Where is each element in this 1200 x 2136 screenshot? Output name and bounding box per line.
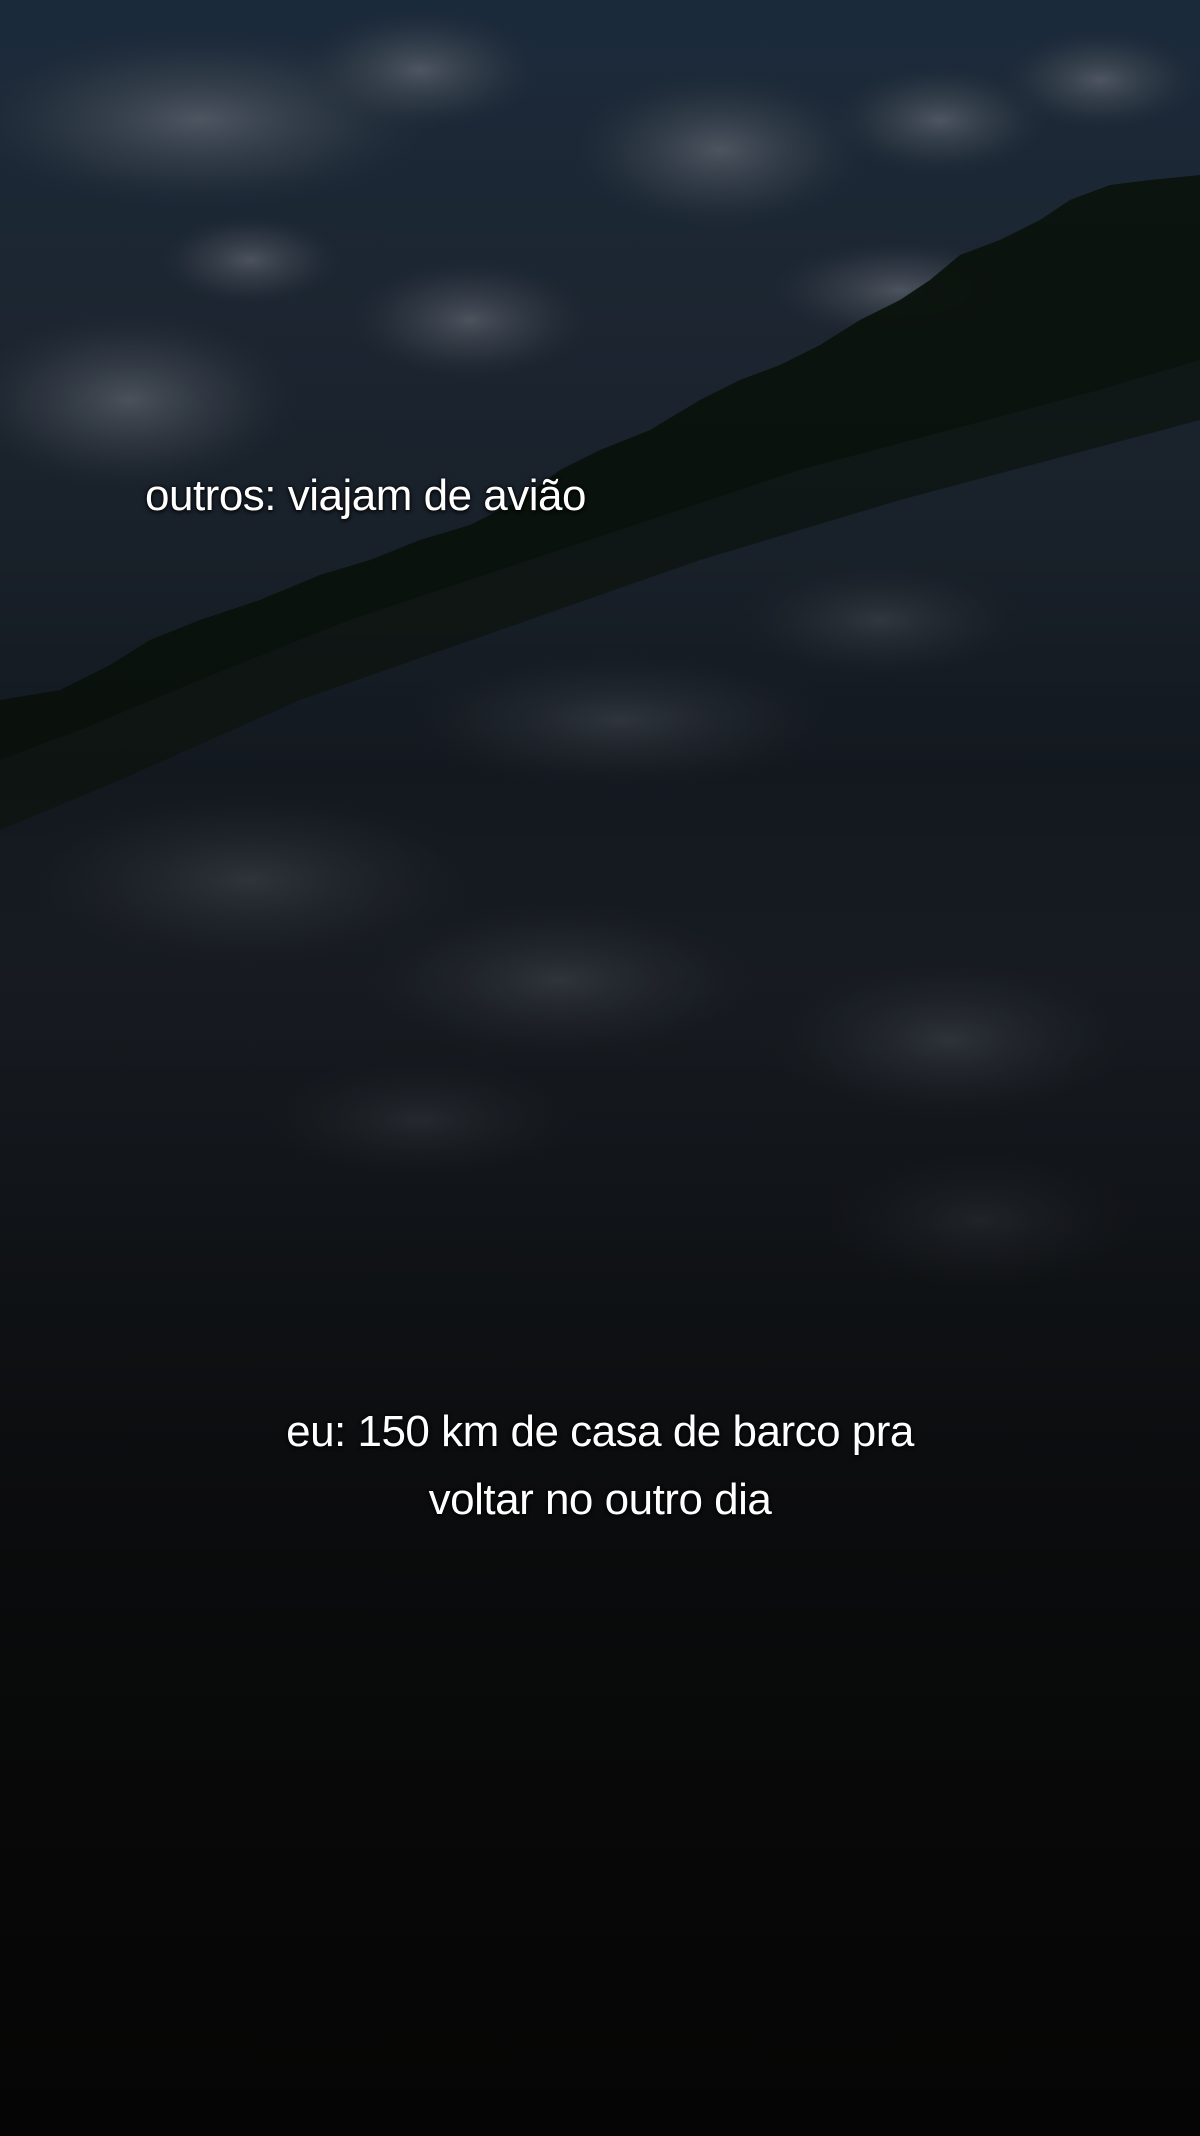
caption-bottom-line-2: voltar no outro dia [428,1475,772,1524]
caption-bottom-line-1: eu: 150 km de casa de barco pra [286,1407,914,1456]
caption-bottom: eu: 150 km de casa de barco pra voltar n… [0,1398,1200,1534]
caption-top: outros: viajam de avião [145,471,586,520]
river-landscape-image [0,0,1200,2136]
video-frame: outros: viajam de avião eu: 150 km de ca… [0,0,1200,2136]
